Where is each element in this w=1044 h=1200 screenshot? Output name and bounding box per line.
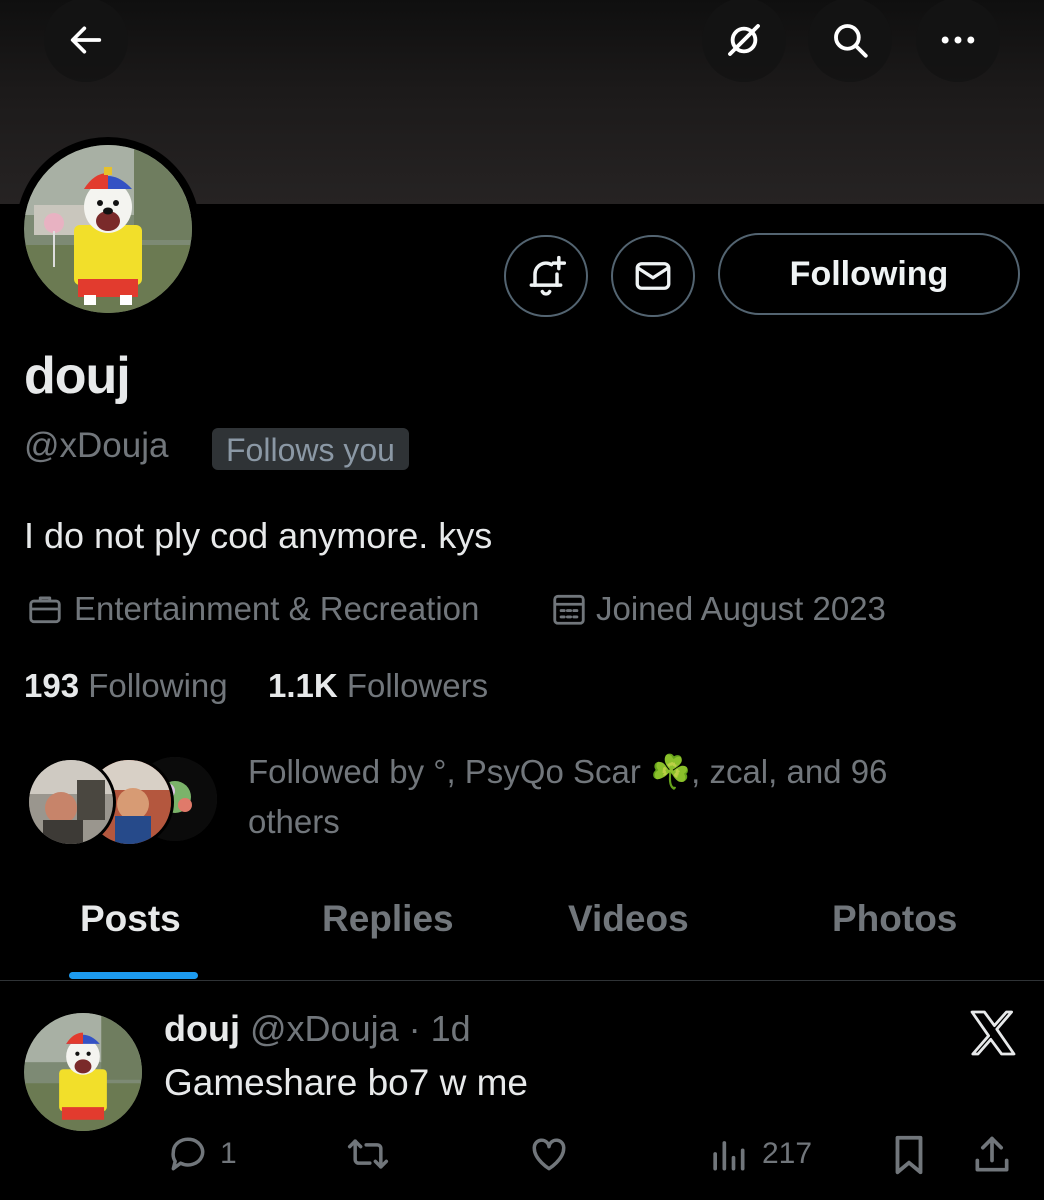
repost-icon xyxy=(347,1139,389,1169)
following-count: 193 xyxy=(24,667,80,704)
post-author-name[interactable]: douj xyxy=(164,1008,240,1049)
back-arrow-icon xyxy=(70,26,102,54)
grok-icon xyxy=(728,24,760,56)
followers-stat[interactable]: 1.1K Followers xyxy=(268,667,488,705)
follows-you-badge: Follows you xyxy=(212,428,409,470)
grok-button[interactable] xyxy=(702,0,786,82)
message-button[interactable] xyxy=(611,235,695,317)
search-icon xyxy=(834,24,868,58)
profile-category: Entertainment & Recreation xyxy=(26,590,479,628)
bookmark-icon xyxy=(895,1135,923,1175)
post-text: Gameshare bo7 w me xyxy=(164,1062,529,1103)
views-count: 217 xyxy=(762,1137,813,1170)
following-button[interactable]: Following xyxy=(718,233,1020,315)
briefcase-icon xyxy=(29,596,61,624)
back-button[interactable] xyxy=(44,0,128,82)
like-icon xyxy=(532,1138,566,1171)
profile-handle: @xDouja xyxy=(24,426,169,465)
bell-plus-icon xyxy=(529,255,567,296)
dog-avatar-image xyxy=(24,145,192,313)
share-icon xyxy=(975,1136,1009,1172)
follower-avatar-1 xyxy=(26,757,116,847)
dog-avatar-image xyxy=(24,1013,142,1131)
reply-icon xyxy=(171,1137,205,1171)
post-header: douj @xDouja · 1d xyxy=(164,1008,471,1050)
reply-count: 1 xyxy=(220,1137,237,1170)
profile-avatar[interactable] xyxy=(24,145,192,313)
reply-action[interactable]: 1 xyxy=(166,1132,237,1176)
bookmark-action[interactable] xyxy=(888,1132,930,1178)
profile-bio: I do not ply cod anymore. kys xyxy=(24,515,493,556)
profile-joined: Joined August 2023 xyxy=(550,590,886,628)
more-icon xyxy=(941,36,975,44)
calendar-icon xyxy=(553,594,585,625)
mail-icon xyxy=(635,262,671,290)
tab-replies[interactable]: Replies xyxy=(322,898,454,940)
tab-videos[interactable]: Videos xyxy=(568,898,689,940)
repost-action[interactable] xyxy=(344,1132,392,1176)
notify-button[interactable] xyxy=(504,235,588,317)
followers-count: 1.1K xyxy=(268,667,338,704)
following-stat[interactable]: 193 Following xyxy=(24,667,228,705)
followed-by-names: Followed by °, PsyQo Scar xyxy=(248,753,651,790)
views-icon xyxy=(713,1141,745,1171)
following-label: Following xyxy=(88,667,228,704)
tab-posts[interactable]: Posts xyxy=(80,898,181,940)
x-logo-icon xyxy=(968,1010,1016,1061)
clover-emoji: ☘️ xyxy=(650,753,692,790)
search-button[interactable] xyxy=(808,0,892,82)
active-tab-indicator xyxy=(69,972,198,979)
like-action[interactable] xyxy=(526,1132,572,1176)
more-button[interactable] xyxy=(916,0,1000,82)
tabs-divider xyxy=(0,980,1044,981)
joined-label: Joined August 2023 xyxy=(596,590,886,627)
post-author-avatar[interactable] xyxy=(24,1013,142,1131)
followers-label: Followers xyxy=(346,667,489,704)
views-action[interactable]: 217 xyxy=(708,1132,812,1176)
tab-photos[interactable]: Photos xyxy=(832,898,957,940)
followed-by-text[interactable]: Followed by °, PsyQo Scar ☘️, zcal, and … xyxy=(248,747,968,847)
share-action[interactable] xyxy=(970,1132,1014,1178)
profile-display-name: douj xyxy=(24,347,131,405)
post-handle-time: @xDouja · 1d xyxy=(250,1008,471,1049)
category-label: Entertainment & Recreation xyxy=(74,590,480,627)
